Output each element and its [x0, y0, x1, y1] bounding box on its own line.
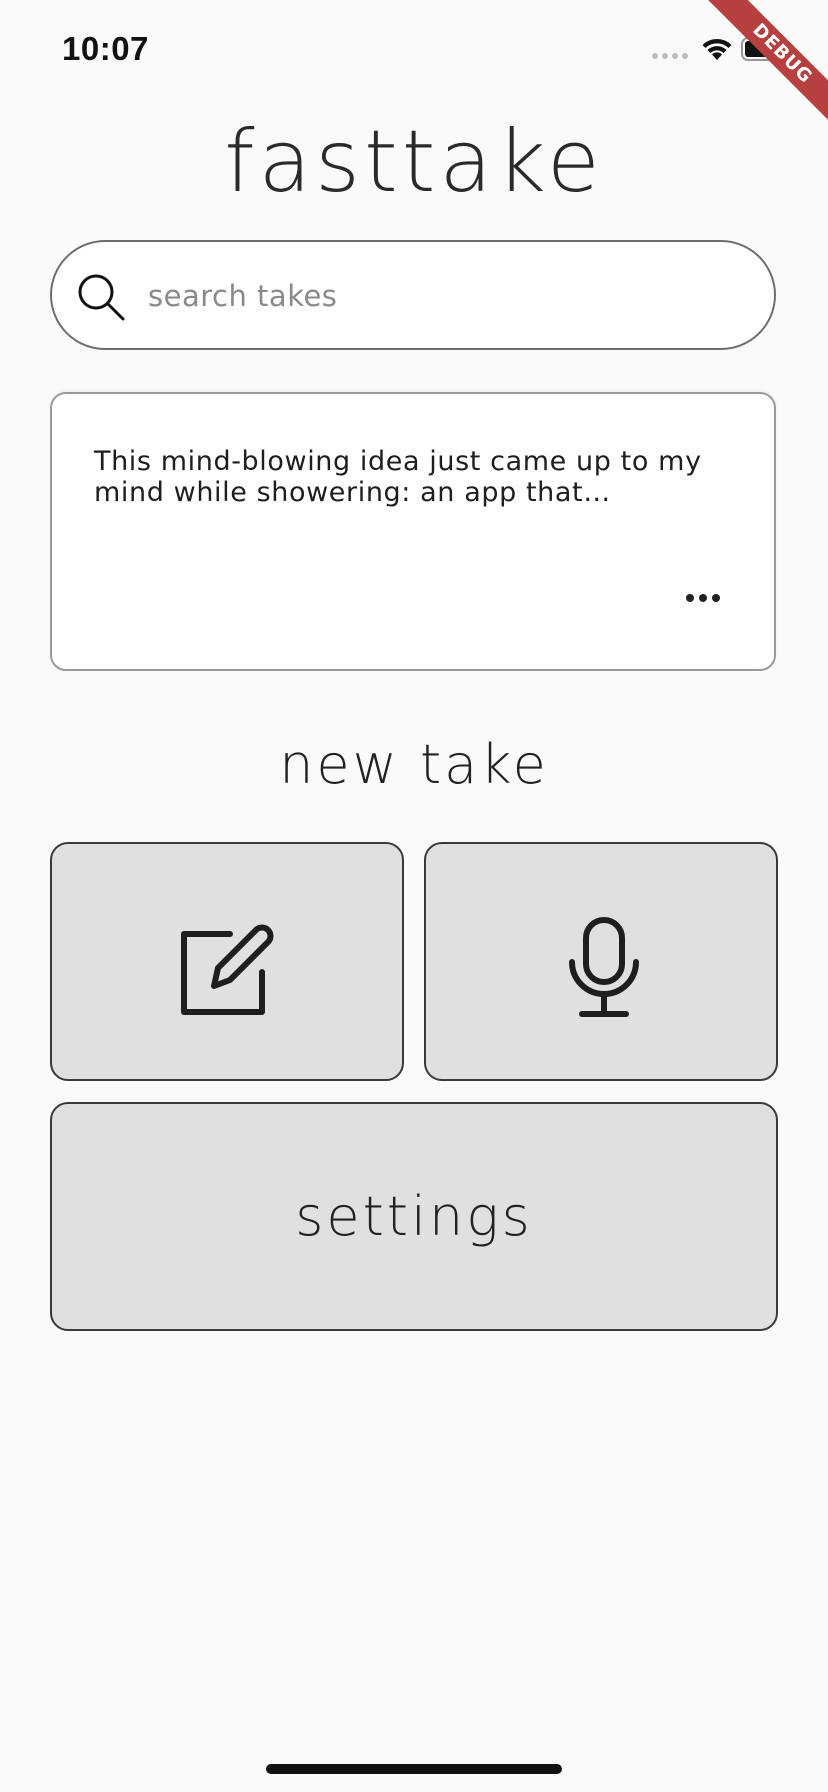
- new-text-take-button[interactable]: [50, 842, 404, 1081]
- app-title: fasttake: [224, 112, 604, 212]
- settings-label: settings: [295, 1185, 533, 1248]
- status-time: 10:07: [62, 30, 149, 67]
- new-voice-take-button[interactable]: [424, 842, 778, 1081]
- search-icon: [78, 274, 125, 321]
- microphone-icon: [569, 917, 639, 1017]
- take-card[interactable]: This mind-blowing idea just came up to m…: [50, 392, 776, 671]
- new-take-title: new take: [279, 733, 549, 796]
- search-input[interactable]: [146, 272, 740, 320]
- edit-icon: [181, 924, 274, 1015]
- search-bar[interactable]: [50, 240, 776, 350]
- cellular-signal-icon: [652, 53, 688, 59]
- settings-button[interactable]: settings: [50, 1102, 778, 1331]
- home-indicator[interactable]: [266, 1764, 562, 1774]
- take-preview-text: This mind-blowing idea just came up to m…: [94, 446, 702, 508]
- more-options-icon[interactable]: [686, 594, 720, 602]
